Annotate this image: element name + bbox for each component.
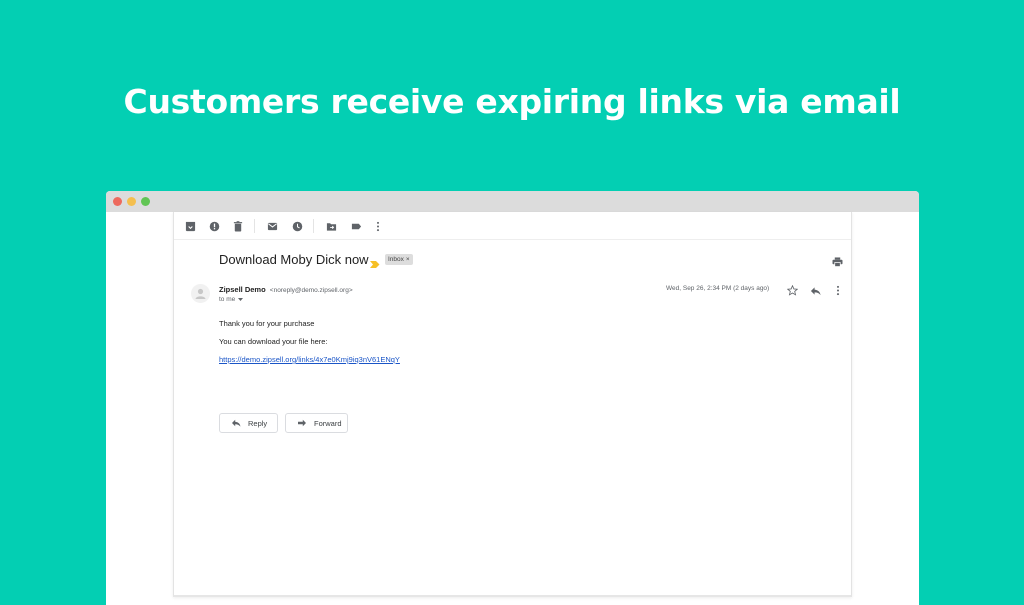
email-date: Wed, Sep 26, 2:34 PM (2 days ago)	[666, 285, 770, 292]
body-line-download: You can download your file here:	[219, 337, 328, 346]
more-icon[interactable]	[372, 220, 384, 232]
move-to-icon[interactable]	[325, 220, 337, 232]
snooze-icon[interactable]	[291, 220, 303, 232]
print-icon[interactable]	[832, 254, 843, 272]
recipient-text: to me	[219, 296, 236, 303]
minimize-window-button[interactable]	[127, 197, 136, 206]
archive-icon[interactable]	[184, 220, 196, 232]
toolbar-divider	[254, 219, 255, 233]
body-line-thanks: Thank you for your purchase	[219, 319, 315, 328]
headline: Customers receive expiring links via ema…	[123, 82, 901, 121]
remove-label-icon[interactable]: ×	[406, 256, 410, 263]
reply-icon	[232, 419, 241, 427]
sender-name: Zipsell Demo	[219, 285, 266, 294]
browser-window: Download Moby Dick now Inbox × Zipsell De…	[106, 191, 919, 605]
email-toolbar	[174, 212, 851, 240]
delete-icon[interactable]	[232, 220, 244, 232]
forward-icon	[298, 419, 306, 427]
sender-email: <noreply@demo.zipsell.org>	[269, 287, 353, 294]
reply-button-label: Reply	[248, 418, 268, 428]
download-link[interactable]: https://demo.zipsell.org/links/4x7e0Kmj9…	[219, 355, 400, 364]
reply-button[interactable]: Reply	[219, 413, 278, 433]
reply-icon[interactable]	[810, 283, 821, 301]
inbox-label-text: Inbox	[388, 256, 404, 263]
download-link-container: https://demo.zipsell.org/links/4x7e0Kmj9…	[219, 355, 400, 364]
importance-marker-icon[interactable]	[370, 255, 380, 273]
email-subject: Download Moby Dick now	[219, 252, 369, 267]
star-icon[interactable]	[786, 283, 799, 301]
inbox-label-badge[interactable]: Inbox ×	[385, 254, 413, 265]
maximize-window-button[interactable]	[141, 197, 150, 206]
forward-button-label: Forward	[314, 418, 342, 428]
mark-unread-icon[interactable]	[266, 220, 278, 232]
sender-avatar	[191, 284, 210, 303]
forward-button[interactable]: Forward	[285, 413, 348, 433]
close-window-button[interactable]	[113, 197, 122, 206]
report-spam-icon[interactable]	[208, 220, 220, 232]
email-view: Download Moby Dick now Inbox × Zipsell De…	[173, 212, 852, 597]
sender-line: Zipsell Demo <noreply@demo.zipsell.org>	[219, 285, 353, 294]
toolbar-divider	[313, 219, 314, 233]
caret-down-icon[interactable]	[238, 296, 244, 303]
more-options-icon[interactable]	[836, 283, 840, 301]
label-icon[interactable]	[350, 220, 362, 232]
window-titlebar	[106, 191, 919, 212]
recipient-details[interactable]: to me	[219, 296, 244, 303]
